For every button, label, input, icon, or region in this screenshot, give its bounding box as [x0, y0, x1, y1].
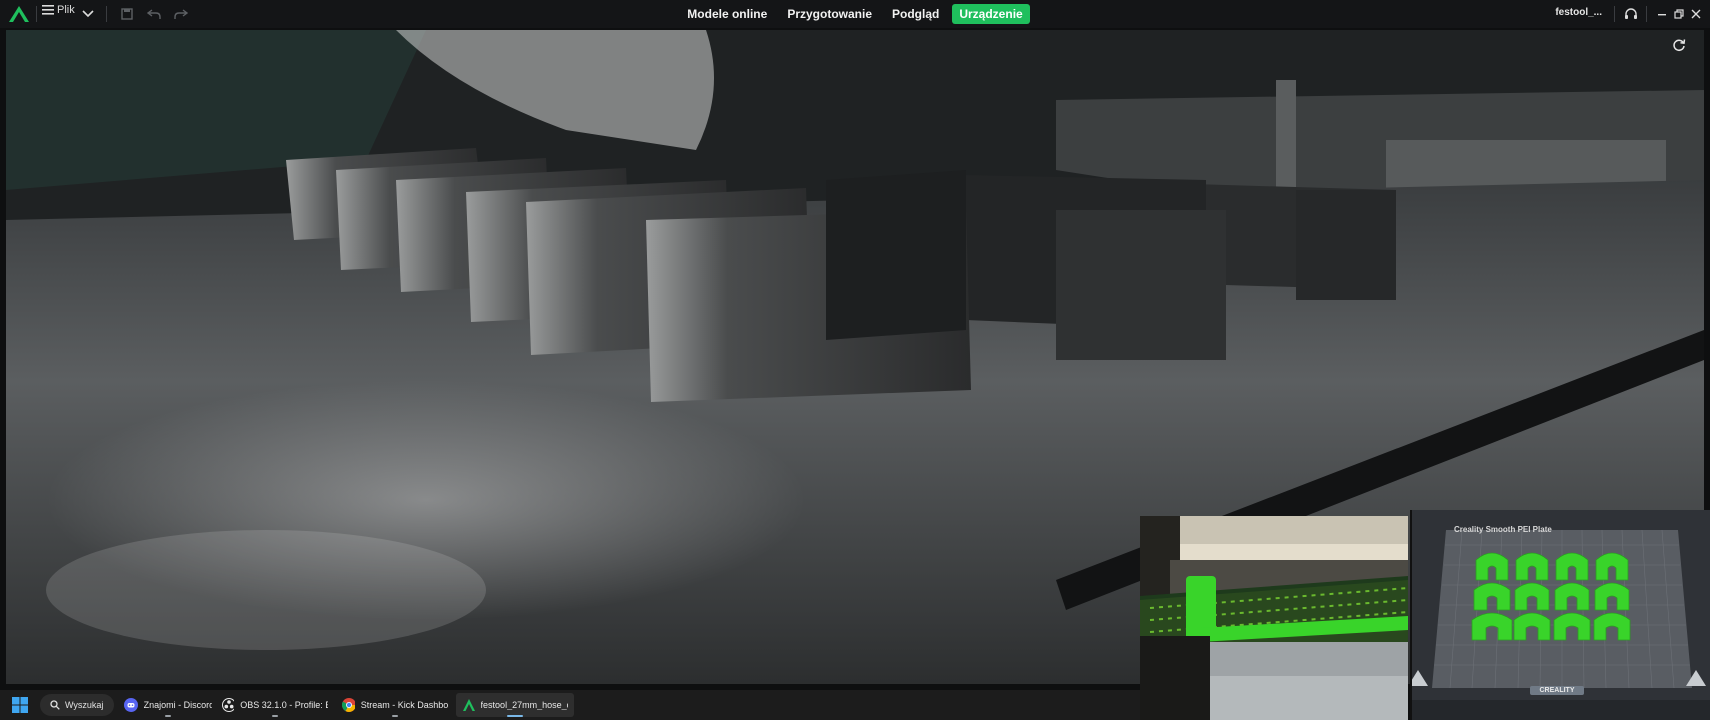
user-name[interactable]: festool_...	[1555, 7, 1602, 18]
running-indicator	[507, 715, 523, 717]
chevron-down-icon	[82, 10, 94, 18]
running-indicator	[165, 715, 171, 717]
main-tabs: Modele online Przygotowanie Podgląd Urzą…	[0, 0, 1710, 28]
close-icon	[1691, 9, 1701, 19]
creality-print-icon	[463, 699, 475, 711]
file-menu-label: Plik	[57, 4, 75, 16]
running-indicator	[272, 715, 278, 717]
running-indicator	[392, 715, 398, 717]
windows-start-icon[interactable]	[12, 697, 28, 713]
divider	[1646, 6, 1647, 22]
redo-icon	[174, 9, 188, 19]
redo-button[interactable]	[171, 4, 191, 24]
search-icon	[50, 700, 60, 710]
close-button[interactable]	[1686, 4, 1706, 24]
headset-icon	[1625, 8, 1637, 19]
tab-prepare[interactable]: Przygotowanie	[780, 4, 879, 24]
menu-dropdown-button[interactable]	[78, 4, 98, 24]
taskbar-item-obs[interactable]: OBS 32.1.0 - Profile: Bez	[216, 693, 334, 717]
windows-taskbar: Wyszukaj Znajomi - Discord OBS 32.1.0 - …	[0, 690, 1140, 720]
divider	[36, 6, 37, 22]
webcam-overlay	[1140, 516, 1408, 720]
refresh-icon	[1673, 39, 1686, 52]
taskbar-item-label: Stream - Kick Dashboar	[360, 700, 448, 710]
taskbar-item-chrome[interactable]: Stream - Kick Dashboar	[336, 693, 454, 717]
tab-online-models[interactable]: Modele online	[680, 4, 774, 24]
taskbar-item-label: OBS 32.1.0 - Profile: Bez	[240, 700, 328, 710]
obs-icon	[222, 698, 235, 712]
save-button[interactable]	[117, 4, 137, 24]
plate-preview-overlay: Creality Smooth PEI Plate CREALITY	[1410, 510, 1710, 720]
undo-icon	[147, 9, 161, 19]
file-menu-button[interactable]: Plik	[42, 4, 75, 16]
save-icon	[121, 8, 133, 20]
hamburger-icon	[42, 5, 54, 15]
tab-device[interactable]: Urządzenie	[952, 4, 1030, 24]
restore-icon	[1674, 9, 1684, 19]
taskbar-item-discord[interactable]: Znajomi - Discord	[118, 693, 218, 717]
tab-preview[interactable]: Podgląd	[885, 4, 946, 24]
chrome-icon	[342, 698, 355, 712]
divider	[106, 6, 107, 22]
support-button[interactable]	[1621, 4, 1641, 24]
refresh-button[interactable]	[1668, 34, 1690, 56]
webcam-feed	[1140, 516, 1408, 720]
discord-icon	[124, 698, 138, 712]
minimize-icon	[1658, 14, 1666, 16]
taskbar-item-label: Znajomi - Discord	[143, 700, 212, 710]
taskbar-item-creality-print[interactable]: festool_27mm_hose_cal	[456, 693, 574, 717]
taskbar-search[interactable]: Wyszukaj	[40, 694, 114, 716]
taskbar-item-label: festool_27mm_hose_cal	[480, 700, 568, 710]
creality-logo-icon	[9, 6, 29, 22]
title-bar: Plik Modele online Przygotowanie Podgląd…	[0, 0, 1710, 28]
search-label: Wyszukaj	[65, 700, 104, 710]
plate-brand-label: CREALITY	[1530, 686, 1584, 695]
undo-button[interactable]	[144, 4, 164, 24]
divider	[1614, 6, 1615, 22]
plate-title: Creality Smooth PEI Plate	[1454, 525, 1552, 534]
